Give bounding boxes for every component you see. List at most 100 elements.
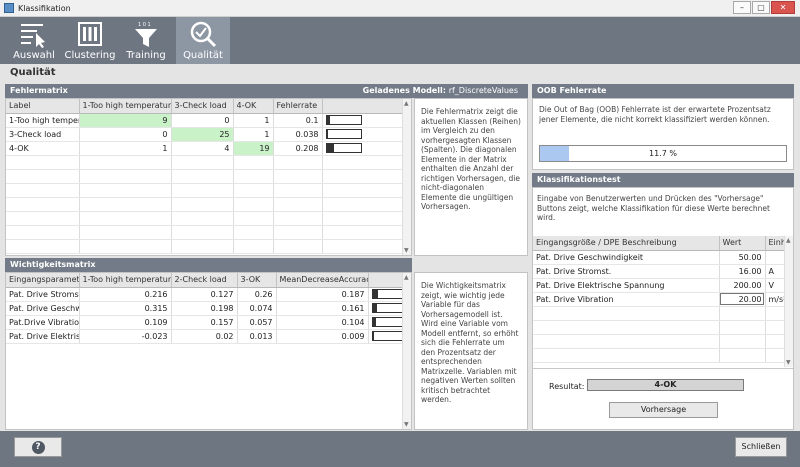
table-row[interactable]: Pat. Drive Vibration 20.00 m/s² [533,292,787,307]
tab-training[interactable]: 1 0 1 Training [120,17,172,64]
table-row[interactable]: Pat. Drive Elektrisch -0.023 0.02 0.013 … [6,329,405,344]
scroll-down-icon[interactable]: ▼ [404,247,409,254]
tab-clustering-label: Clustering [64,50,116,61]
help-button[interactable]: ? [14,437,62,457]
scroll-up-icon[interactable]: ▲ [786,237,791,244]
column-header[interactable]: 4-OK [233,99,274,114]
cell: 0.198 [171,301,238,316]
scroll-down-icon[interactable]: ▼ [786,359,791,366]
wichtigkeit-description: Die Wichtigkeitsmatrix zeigt, wie wichti… [421,281,519,404]
wichtigkeit-table: Eingangsparameter 1-Too high temperature… [6,273,405,344]
input-value[interactable]: 200.00 [719,278,766,293]
column-header[interactable] [322,99,405,114]
importance-bar-cell [368,287,405,302]
main-toolbar: Auswahl Clustering 1 0 1 Training Qualit… [0,17,800,64]
maximize-button[interactable]: ▢ [752,1,770,14]
column-header[interactable]: Fehlerrate [273,99,323,114]
scroll-up-icon[interactable]: ▲ [404,100,409,107]
input-name: Pat. Drive Geschwindigkeit [533,250,720,265]
window-title: Klassifikation [18,4,71,13]
tab-qualitaet-label: Qualität [183,50,223,61]
cell: 9 [79,113,172,128]
cell: 19 [233,141,274,156]
importance-bar [371,317,403,327]
importance-bar-cell [368,329,405,344]
row-label: Pat. Drive Elektrisch [6,329,80,344]
table-row[interactable]: Pat. Drive Elektrische Spannung 200.00 V [533,278,787,293]
input-value[interactable]: 50.00 [719,250,766,265]
cell: 0.02 [171,329,238,344]
column-header[interactable]: Einh. [765,236,787,251]
divider [533,368,793,369]
tab-clustering[interactable]: Clustering [64,17,116,64]
input-value-active[interactable]: 20.00 [719,292,766,307]
column-header[interactable]: 3-OK [237,273,277,288]
cell: 0 [171,113,234,128]
table-row[interactable]: Pat.Drive Vibration 0.109 0.157 0.057 0.… [6,315,405,330]
column-header[interactable]: Label [6,99,80,114]
test-description: Eingabe von Benutzerwerten und Drücken d… [537,194,770,222]
model-info: Geladenes Modell: rf_DiscreteValues [363,84,518,98]
column-header[interactable]: 3-Check load [171,99,234,114]
predict-button[interactable]: Vorhersage [609,402,718,418]
test-panel: Eingabe von Benutzerwerten und Drücken d… [532,187,794,430]
row-label: Pat. Drive Stromst. [6,287,80,302]
column-header[interactable] [368,273,405,288]
importance-bar [371,303,403,313]
footer-bar: ? Schließen [0,431,800,467]
input-unit: m/s² [765,292,787,307]
column-header-sorted[interactable]: MeanDecreaseAccurac ▼ [276,273,369,288]
table-row[interactable]: 1-Too high temperat 9 0 1 0.1 [6,113,405,128]
test-scrollbar[interactable]: ▲ ▼ [784,236,793,367]
wichtigkeit-description-panel: Die Wichtigkeitsmatrix zeigt, wie wichti… [414,272,528,430]
column-header[interactable]: Eingangsparameter [6,273,80,288]
wichtigkeit-table-panel[interactable]: Eingangsparameter 1-Too high temperature… [5,272,412,430]
minimize-button[interactable]: – [733,1,751,14]
input-unit [765,250,787,265]
fehlermatrix-table-panel[interactable]: Label 1-Too high temperature 3-Check loa… [5,98,412,256]
table-row[interactable]: Pat. Drive Stromst. 0.216 0.127 0.26 0.1… [6,287,405,302]
svg-text:1 0 1: 1 0 1 [138,22,151,28]
column-header[interactable]: Eingangsgröße / DPE Beschreibung [533,236,720,251]
column-header[interactable]: 2-Check load [171,273,238,288]
table-row[interactable]: Pat. Drive Geschwindigkeit 50.00 [533,250,787,265]
app-icon [4,3,14,13]
cell: -0.023 [79,329,172,344]
column-header[interactable]: 1-Too high temperature [79,99,172,114]
table-row[interactable]: 4-OK 1 4 19 0.208 [6,141,405,156]
table-row[interactable]: 3-Check load 0 25 1 0.038 [6,127,405,142]
column-header[interactable]: 1-Too high temperature [79,273,172,288]
cell: 1 [233,113,274,128]
wichtigkeit-header: Wichtigkeitsmatrix [5,258,412,272]
close-button[interactable]: Schließen [735,437,787,457]
scroll-down-icon[interactable]: ▼ [404,421,409,428]
column-header[interactable]: Wert [719,236,766,251]
fehlermatrix-table: Label 1-Too high temperature 3-Check loa… [6,99,405,254]
table-row[interactable]: Pat. Drive Stromst. 16.00 A [533,264,787,279]
importance-bar [371,331,403,341]
tab-auswahl[interactable]: Auswahl [8,17,60,64]
fehlermatrix-scrollbar[interactable]: ▲ ▼ [402,99,411,255]
fehlermatrix-description-panel: Die Fehlermatrix zeigt die aktuellen Kla… [414,98,528,256]
clustering-icon [78,22,102,46]
close-window-button[interactable]: ✕ [771,1,795,14]
mean-decrease: 0.187 [276,287,369,302]
row-label: 4-OK [6,141,80,156]
wichtigkeit-scrollbar[interactable]: ▲ ▼ [402,273,411,429]
result-label: Resultat: [549,382,585,391]
input-value[interactable]: 16.00 [719,264,766,279]
tab-qualitaet[interactable]: Qualität [176,17,230,64]
oob-description: Die Out of Bag (OOB) Fehlerrate ist der … [539,105,771,124]
scroll-up-icon[interactable]: ▲ [404,274,409,281]
help-icon: ? [31,441,45,454]
cell: 0.157 [171,315,238,330]
funnel-icon: 1 0 1 [135,22,157,47]
model-value: rf_DiscreteValues [448,86,518,95]
importance-bar-cell [368,301,405,316]
error-bar-cell [322,127,405,142]
cell: 1 [79,141,172,156]
oob-progress-bar: 11.7 % [539,145,787,162]
table-row[interactable]: Pat. Drive Geschwin 0.315 0.198 0.074 0.… [6,301,405,316]
cell: 1 [233,127,274,142]
error-rate-bar [325,143,362,153]
